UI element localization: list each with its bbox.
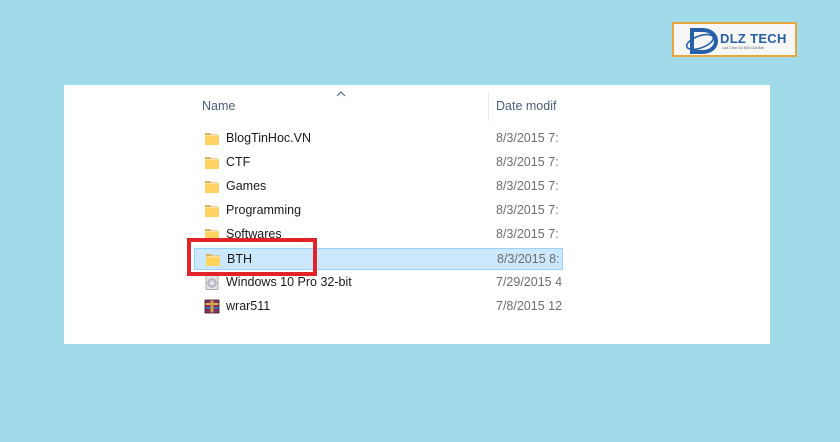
file-row[interactable]: Programming 8/3/2015 7: [194, 200, 563, 222]
file-list: Name Date modif BlogTinHoc.VN 8/3/2015 7:… [194, 85, 563, 344]
highlight-box-bth [187, 238, 317, 276]
column-separator[interactable] [488, 93, 489, 121]
file-date-modified: 8/3/2015 7: [496, 203, 559, 217]
file-date-modified: 8/3/2015 7: [496, 179, 559, 193]
disc-image-icon [204, 275, 220, 290]
brand-name: DLZ TECH [720, 31, 787, 46]
column-header-name[interactable]: Name [202, 99, 235, 113]
dlz-d-logo-icon [685, 28, 719, 54]
file-date-modified: 7/29/2015 4 [496, 275, 563, 289]
column-header-date-modified[interactable]: Date modif [496, 99, 556, 113]
file-name: wrar511 [226, 299, 271, 313]
brand-tagline: Lựa Chọn Số Một Của Bạn [722, 46, 765, 50]
file-name: CTF [226, 155, 251, 169]
file-row[interactable]: BlogTinHoc.VN 8/3/2015 7: [194, 128, 563, 150]
dlz-tech-logo: DLZ TECH Lựa Chọn Số Một Của Bạn [672, 22, 797, 57]
folder-icon [204, 203, 220, 218]
folder-icon [204, 179, 220, 194]
file-date-modified: 7/8/2015 12 [496, 299, 563, 313]
file-name: Games [226, 179, 267, 193]
file-date-modified: 8/3/2015 7: [496, 227, 559, 241]
sort-ascending-icon[interactable] [336, 91, 346, 97]
folder-icon [204, 131, 220, 146]
file-row[interactable]: wrar511 7/8/2015 12 [194, 296, 563, 318]
winrar-icon [204, 299, 220, 314]
file-name: Programming [226, 203, 302, 217]
file-row[interactable]: CTF 8/3/2015 7: [194, 152, 563, 174]
folder-icon [204, 155, 220, 170]
file-name: Windows 10 Pro 32-bit [226, 275, 352, 289]
file-date-modified: 8/3/2015 8: [497, 252, 560, 266]
file-date-modified: 8/3/2015 7: [496, 131, 559, 145]
file-row[interactable]: Games 8/3/2015 7: [194, 176, 563, 198]
file-date-modified: 8/3/2015 7: [496, 155, 559, 169]
file-name: BlogTinHoc.VN [226, 131, 311, 145]
explorer-file-list-panel: Name Date modif BlogTinHoc.VN 8/3/2015 7:… [64, 85, 770, 344]
